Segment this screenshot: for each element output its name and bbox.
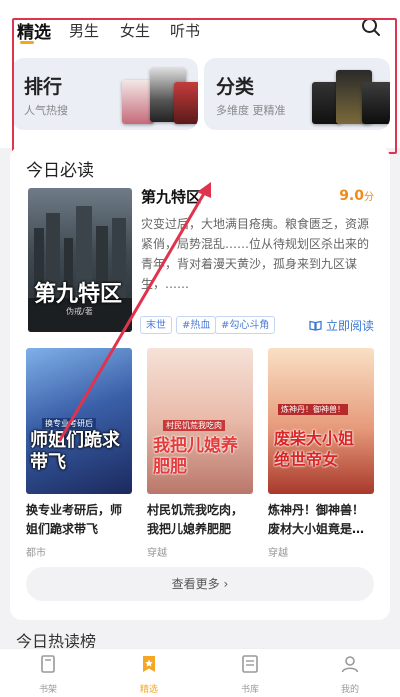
featured-cover-author: 伪戒/著 <box>66 307 93 316</box>
nav-library[interactable]: 书库 <box>220 653 280 695</box>
book-item[interactable]: 我把儿媳养肥肥 村民饥荒我吃肉 村民饥荒我吃肉，我把儿媳养肥肥 穿越 <box>147 348 253 559</box>
book-item[interactable]: 师姐们跪求带飞 换专业考研后 换专业考研后，师姐们跪求带飞 都市 <box>26 348 132 559</box>
book-open-icon <box>309 320 322 331</box>
tag-hot-blood[interactable]: #热血 <box>176 316 217 334</box>
book-cover: 师姐们跪求带飞 换专业考研后 <box>26 348 132 494</box>
book-category: 穿越 <box>268 548 288 559</box>
book-cover: 炼神丹！御神兽！ 废柴大小姐 绝世帝女 <box>268 348 374 494</box>
read-now-button[interactable]: 立即阅读 <box>309 317 374 334</box>
featured-icon <box>143 656 155 672</box>
book-cover: 我把儿媳养肥肥 村民饥荒我吃肉 <box>147 348 253 494</box>
featured-book-description: 灾变过后，大地满目疮痍。粮食匮乏，资源紧俏，局势混乱……位从待规划区杀出来的青年… <box>141 217 370 291</box>
featured-book-cover[interactable]: 第九特区 伪戒/著 <box>28 188 132 332</box>
featured-cover-title: 第九特区 <box>34 282 123 307</box>
book-title: 换专业考研后，师姐们跪求带飞 <box>26 503 123 536</box>
book-category: 穿越 <box>147 548 167 559</box>
nav-bookshelf[interactable]: 书架 <box>18 653 78 695</box>
nav-featured[interactable]: 精选 <box>119 653 179 695</box>
book-item[interactable]: 炼神丹！御神兽！ 废柴大小姐 绝世帝女 炼神丹！御神兽！废材大小姐竟是… 穿越 <box>268 348 374 559</box>
bookshelf-icon <box>41 655 55 673</box>
book-title: 炼神丹！御神兽！废材大小姐竟是… <box>268 503 365 536</box>
tag-scheming[interactable]: #勾心斗角 <box>215 316 276 334</box>
featured-book-title[interactable]: 第九特区 <box>141 186 201 207</box>
nav-profile[interactable]: 我的 <box>320 653 380 695</box>
book-title: 村民饥荒我吃肉，我把儿媳养肥肥 <box>147 503 244 536</box>
book-category: 都市 <box>26 548 46 559</box>
library-icon <box>242 655 258 673</box>
tag-apocalypse[interactable]: 末世 <box>140 316 172 334</box>
section-title: 今日必读 <box>26 161 94 181</box>
profile-icon <box>341 656 359 673</box>
view-more-button[interactable]: 查看更多 › <box>26 567 374 601</box>
chevron-right-icon: › <box>223 577 229 591</box>
featured-book-score: 9.0分 <box>339 188 374 204</box>
bottom-nav: 书架 精选 书库 我的 <box>0 648 400 697</box>
highlight-box <box>12 18 397 154</box>
today-section: 今日必读 第九特区 伪戒/著 第九特区 9.0分 灾变过后，大地满目疮痍。粮食匮… <box>10 146 390 620</box>
